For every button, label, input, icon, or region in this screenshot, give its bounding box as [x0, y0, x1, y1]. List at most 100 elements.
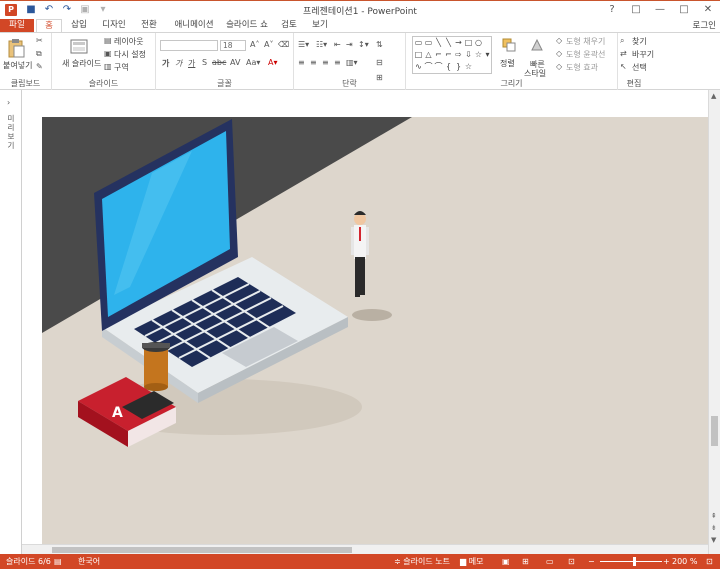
- normal-view-icon[interactable]: ▣: [502, 554, 510, 569]
- font-name-combo[interactable]: [160, 40, 218, 51]
- paste-label[interactable]: 붙여넣기: [3, 60, 32, 71]
- clear-format-icon[interactable]: ⌫: [278, 40, 289, 49]
- slide-sorter-icon[interactable]: ⊞: [522, 554, 529, 569]
- arrow-shape-icon[interactable]: →: [454, 38, 463, 47]
- zoom-slider[interactable]: [600, 561, 662, 562]
- replace-label[interactable]: 바꾸기: [632, 49, 654, 60]
- arrange-icon[interactable]: [502, 38, 516, 52]
- shape-outline-icon[interactable]: ◇: [556, 49, 562, 58]
- arrange-label[interactable]: 정렬: [500, 58, 515, 69]
- decrease-indent-icon[interactable]: ⇤: [334, 40, 341, 49]
- gallery-more-icon[interactable]: ▾: [483, 50, 492, 59]
- bold-icon[interactable]: 가: [162, 58, 169, 69]
- shape-fill-label[interactable]: 도형 채우기: [566, 36, 605, 47]
- char-spacing-icon[interactable]: AV: [230, 58, 240, 67]
- close-button[interactable]: ✕: [696, 1, 720, 18]
- find-icon[interactable]: ⌕: [620, 36, 624, 46]
- select-icon[interactable]: ↖: [620, 62, 627, 71]
- arrow-shape-icon[interactable]: ⇨: [454, 50, 463, 59]
- layout-label[interactable]: 레이아웃: [114, 36, 143, 47]
- rect-shape-icon[interactable]: □: [414, 50, 423, 59]
- new-slide-label[interactable]: 새 슬라이드: [62, 58, 101, 69]
- align-text-icon[interactable]: ⊟: [376, 58, 383, 67]
- format-painter-icon[interactable]: ✎: [36, 62, 43, 71]
- bullets-icon[interactable]: ☰▾: [298, 40, 309, 49]
- underline-icon[interactable]: 가: [188, 58, 195, 69]
- connector-shape-icon[interactable]: ⌐: [444, 50, 453, 59]
- slideshow-view-icon[interactable]: ⊡: [568, 554, 575, 569]
- help-button[interactable]: ?: [600, 1, 624, 18]
- fit-to-window-icon[interactable]: ⊡: [706, 554, 713, 569]
- tab-home[interactable]: 홈: [36, 19, 62, 32]
- curve-shape-icon[interactable]: ∿: [414, 62, 423, 71]
- line-spacing-icon[interactable]: ↕▾: [358, 40, 369, 49]
- horizontal-scrollbar[interactable]: [22, 544, 708, 554]
- tab-design[interactable]: 디자인: [97, 19, 131, 32]
- horizontal-scroll-thumb[interactable]: [52, 547, 352, 553]
- shrink-font-icon[interactable]: A˅: [264, 40, 273, 49]
- language-status[interactable]: 한국어: [78, 554, 100, 569]
- tab-review[interactable]: 검토: [276, 19, 302, 32]
- change-case-icon[interactable]: Aa▾: [246, 58, 260, 67]
- align-right-icon[interactable]: ≡: [322, 58, 329, 67]
- reading-view-icon[interactable]: ▭: [546, 554, 554, 569]
- section-label[interactable]: 구역: [114, 62, 129, 73]
- font-color-icon[interactable]: A▾: [268, 58, 278, 67]
- rect-shape-icon[interactable]: ▭: [424, 38, 433, 47]
- arrow-shape-icon[interactable]: ⇩: [464, 50, 473, 59]
- tab-transitions[interactable]: 전환: [136, 19, 162, 32]
- brace-shape-icon[interactable]: {: [444, 62, 453, 71]
- shape-effects-icon[interactable]: ◇: [556, 62, 562, 71]
- triangle-shape-icon[interactable]: △: [424, 50, 433, 59]
- italic-icon[interactable]: 가: [175, 58, 182, 69]
- connector-shape-icon[interactable]: ⌐: [434, 50, 443, 59]
- find-label[interactable]: 찾기: [632, 36, 647, 47]
- oval-shape-icon[interactable]: ○: [474, 38, 483, 47]
- curve-shape-icon[interactable]: ⌒: [434, 62, 443, 71]
- brace-shape-icon[interactable]: }: [454, 62, 463, 71]
- sign-in-link[interactable]: 로그인: [693, 19, 716, 31]
- rect-shape-icon[interactable]: □: [464, 38, 473, 47]
- ribbon-display-button[interactable]: □: [624, 1, 648, 18]
- shadow-icon[interactable]: S: [202, 58, 207, 67]
- columns-icon[interactable]: ▥▾: [346, 58, 358, 67]
- notes-button[interactable]: ≑ 슬라이드 노트: [394, 554, 450, 569]
- scroll-up-icon[interactable]: ▲: [711, 92, 716, 100]
- next-slide-icon[interactable]: ⇟: [711, 524, 717, 532]
- justify-icon[interactable]: ≡: [334, 58, 341, 67]
- prev-slide-icon[interactable]: ⇞: [711, 512, 717, 520]
- star-shape-icon[interactable]: ☆: [474, 50, 483, 59]
- slide-canvas[interactable]: A: [42, 117, 708, 544]
- shape-outline-label[interactable]: 도형 윤곽선: [566, 49, 605, 60]
- reset-icon[interactable]: ▣: [104, 49, 112, 58]
- tab-animations[interactable]: 애니메이션: [168, 19, 220, 32]
- tab-insert[interactable]: 삽입: [66, 19, 92, 32]
- zoom-level[interactable]: 200 %: [672, 554, 697, 569]
- line-shape-icon[interactable]: ╲: [444, 38, 453, 47]
- vertical-scroll-thumb[interactable]: [711, 416, 718, 446]
- section-icon[interactable]: ▥: [104, 62, 112, 71]
- minimize-button[interactable]: —: [648, 1, 672, 18]
- reset-label[interactable]: 다시 설정: [114, 49, 146, 60]
- select-label[interactable]: 선택: [632, 62, 647, 73]
- zoom-slider-thumb[interactable]: [633, 557, 636, 566]
- shape-effects-label[interactable]: 도형 효과: [566, 62, 598, 73]
- spell-check-icon[interactable]: ▤: [54, 554, 62, 569]
- zoom-out-icon[interactable]: −: [588, 554, 595, 569]
- replace-icon[interactable]: ⇄: [620, 49, 627, 58]
- line-shape-icon[interactable]: ╲: [434, 38, 443, 47]
- vertical-scrollbar[interactable]: ▲ ⇞ ⇟ ▼: [708, 90, 720, 554]
- scroll-down-icon[interactable]: ▼: [711, 536, 716, 544]
- zoom-in-icon[interactable]: +: [663, 554, 670, 569]
- grow-font-icon[interactable]: A˄: [250, 40, 259, 49]
- numbering-icon[interactable]: ☷▾: [316, 40, 327, 49]
- quick-styles-icon[interactable]: [530, 38, 544, 52]
- cut-icon[interactable]: ✂: [36, 36, 43, 45]
- shapes-gallery[interactable]: ▭ ▭ ╲ ╲ → □ ○ □ △ ⌐ ⌐ ⇨ ⇩ ☆ ∿ ⌒ ⌒ { } ☆ …: [412, 36, 492, 74]
- tab-view[interactable]: 보기: [307, 19, 333, 32]
- font-size-combo[interactable]: 18: [220, 40, 246, 51]
- rect-shape-icon[interactable]: ▭: [414, 38, 423, 47]
- comments-button[interactable]: ▆ 메모: [460, 554, 483, 569]
- new-slide-icon[interactable]: [70, 39, 88, 54]
- layout-icon[interactable]: ▤: [104, 36, 112, 45]
